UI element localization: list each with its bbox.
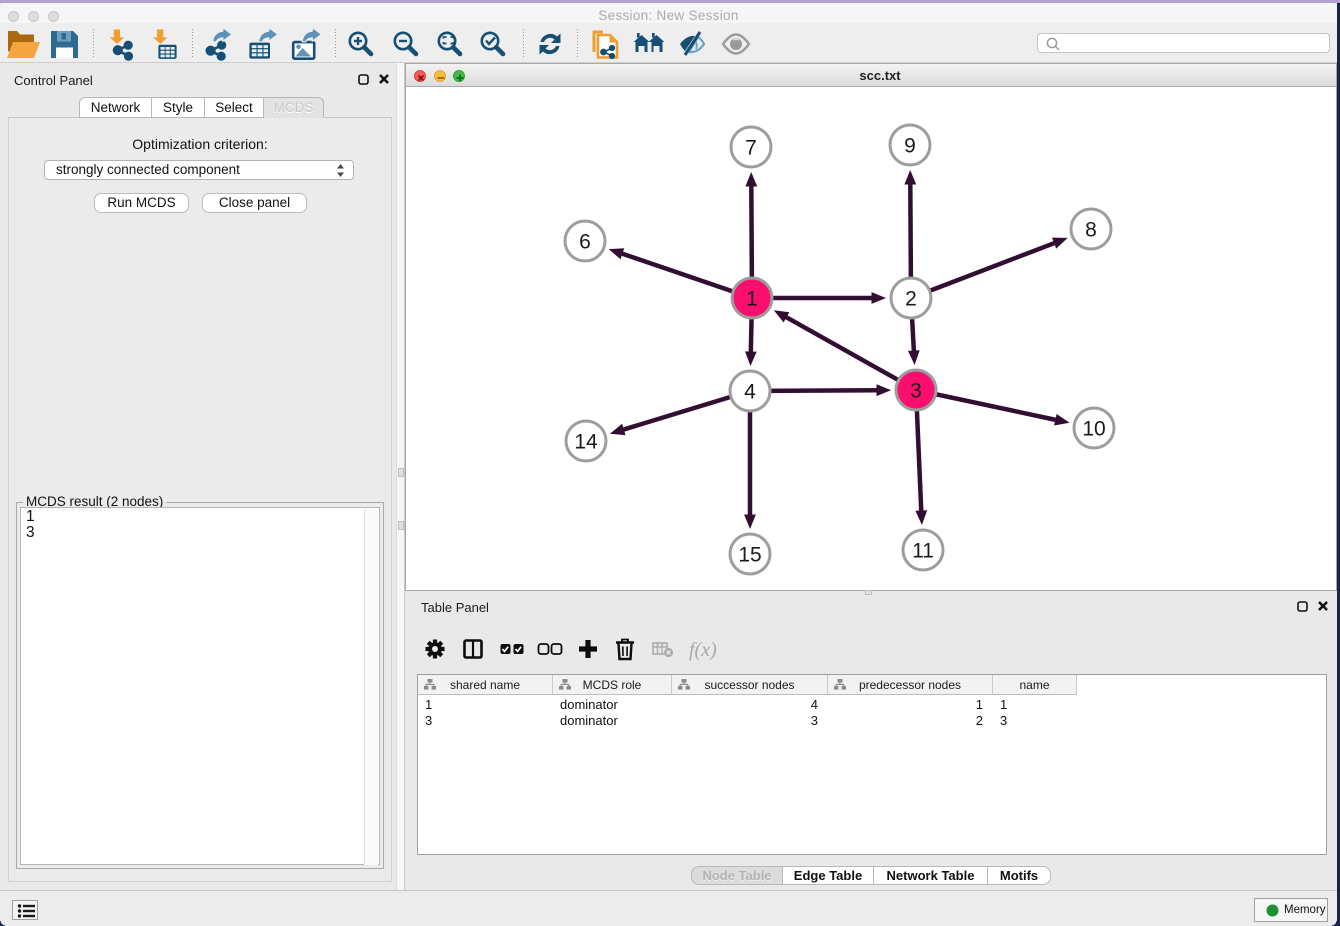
svg-text:15: 15: [738, 544, 761, 567]
svg-text:10: 10: [1082, 418, 1105, 441]
svg-text:4: 4: [744, 381, 756, 404]
svg-text:1: 1: [746, 288, 758, 311]
svg-text:f(x): f(x): [689, 639, 717, 661]
svg-text:3: 3: [910, 380, 922, 403]
svg-text:11: 11: [912, 540, 934, 563]
svg-text:9: 9: [904, 135, 916, 158]
svg-text:14: 14: [574, 431, 598, 454]
svg-text:8: 8: [1085, 219, 1097, 242]
svg-text:7: 7: [745, 137, 757, 160]
svg-text:2: 2: [905, 288, 917, 311]
svg-text:6: 6: [579, 231, 591, 254]
